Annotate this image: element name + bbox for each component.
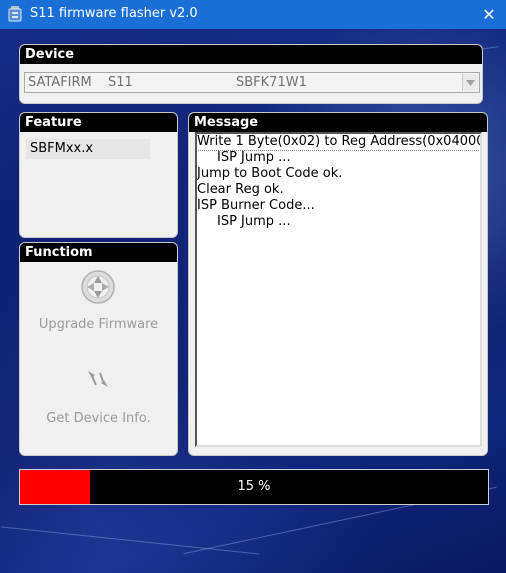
message-line[interactable]: Jump to Boot Code ok. <box>197 166 480 182</box>
close-button[interactable]: ✕ <box>472 0 506 29</box>
upgrade-firmware-button[interactable]: Upgrade Firmware <box>20 265 177 343</box>
device-firmware: SBFK71W1 <box>236 75 307 90</box>
device-select[interactable]: SATAFIRM S11 SBFK71W1 <box>24 72 480 93</box>
message-log[interactable]: Write 1 Byte(0x02) to Reg Address(0x0400… <box>195 132 482 447</box>
message-panel-header: Message <box>189 113 487 132</box>
progress-label: 15 % <box>237 479 271 494</box>
app-window: S11 firmware flasher v2.0 ✕ Device SATAF… <box>0 0 506 573</box>
device-info-icon <box>82 365 114 398</box>
feature-panel-header: Feature <box>20 113 177 132</box>
message-line[interactable]: Write 1 Byte(0x02) to Reg Address(0x0400… <box>197 134 480 151</box>
message-line[interactable]: ISP Jump ... <box>197 150 480 166</box>
message-line[interactable]: Clear Reg ok. <box>197 182 480 198</box>
upgrade-firmware-icon <box>80 269 116 310</box>
device-model: S11 <box>108 75 133 90</box>
window-title: S11 firmware flasher v2.0 <box>30 6 198 21</box>
chevron-down-icon <box>466 79 475 86</box>
function-panel: Functiom Upgrade Firmware Get Device Inf… <box>19 242 178 456</box>
function-panel-header: Functiom <box>20 243 177 262</box>
upgrade-firmware-label: Upgrade Firmware <box>38 317 159 332</box>
device-panel: Device SATAFIRM S11 SBFK71W1 <box>19 44 483 104</box>
close-icon: ✕ <box>482 6 496 24</box>
message-line[interactable]: ISP Jump ... <box>197 214 480 230</box>
flasher-app-icon <box>8 6 22 22</box>
dropdown-button[interactable] <box>462 74 478 91</box>
feature-list-item[interactable]: SBFMxx.x <box>26 139 150 159</box>
feature-panel: Feature SBFMxx.x <box>19 112 178 238</box>
device-vendor: SATAFIRM <box>28 75 92 90</box>
message-line[interactable]: ISP Burner Code... <box>197 198 480 214</box>
get-device-info-button[interactable]: Get Device Info. <box>20 361 177 437</box>
message-panel: Message Write 1 Byte(0x02) to Reg Addres… <box>188 112 488 456</box>
get-device-info-label: Get Device Info. <box>46 411 151 426</box>
title-bar[interactable]: S11 firmware flasher v2.0 ✕ <box>0 0 506 29</box>
background-streak <box>0 526 260 555</box>
device-panel-header: Device <box>20 45 482 64</box>
progress-bar: 15 % <box>19 469 489 505</box>
